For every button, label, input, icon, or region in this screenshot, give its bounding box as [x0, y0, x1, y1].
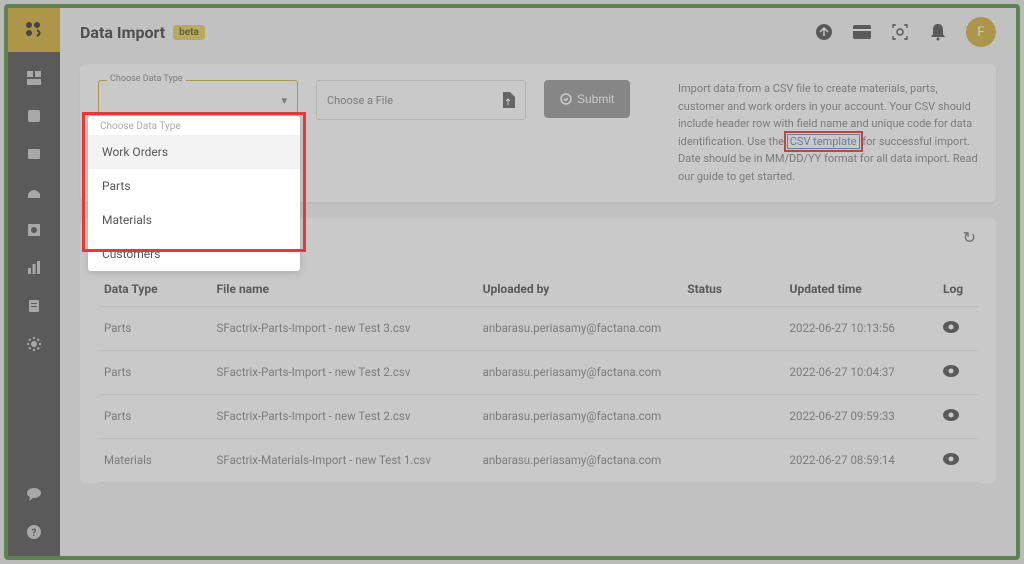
cell-updated: 2022-06-27 10:13:56	[784, 306, 937, 350]
dropdown-option[interactable]: Customers	[88, 237, 300, 271]
refresh-icon[interactable]: ↻	[963, 228, 976, 247]
check-icon	[560, 93, 572, 105]
view-log-icon[interactable]	[937, 306, 978, 350]
nav-analytics-icon[interactable]	[22, 256, 46, 280]
nav-settings-icon[interactable]	[22, 332, 46, 356]
th-file: File name	[211, 272, 477, 307]
dropdown-option[interactable]: Materials	[88, 203, 300, 237]
cell-file: SFactrix-Materials-Import - new Test 1.c…	[211, 438, 477, 482]
dropdown-option[interactable]: Work Orders	[88, 135, 300, 169]
sidebar: ?	[8, 8, 60, 556]
th-type: Data Type	[98, 272, 211, 307]
th-uploaded: Uploaded by	[477, 272, 682, 307]
nav-dashboard-icon[interactable]	[22, 66, 46, 90]
cell-updated: 2022-06-27 08:59:14	[784, 438, 937, 482]
submit-label: Submit	[577, 92, 614, 106]
file-icon	[501, 92, 515, 108]
nav-module-icon[interactable]	[22, 142, 46, 166]
cell-file: SFactrix-Parts-Import - new Test 2.csv	[211, 350, 477, 394]
card-icon[interactable]	[852, 22, 872, 42]
nav-module-icon[interactable]	[22, 180, 46, 204]
csv-template-link[interactable]: CSV template	[787, 134, 860, 149]
upload-icon[interactable]	[814, 22, 834, 42]
data-type-dropdown: Choose Data Type Work OrdersPartsMateria…	[88, 116, 300, 271]
cell-status	[681, 306, 783, 350]
dropdown-header: Choose Data Type	[88, 116, 300, 135]
view-log-icon[interactable]	[937, 438, 978, 482]
table-row: PartsSFactrix-Parts-Import - new Test 3.…	[98, 306, 978, 350]
avatar[interactable]: F	[966, 17, 996, 47]
topbar: Data Import beta F	[60, 8, 1016, 56]
logo[interactable]	[8, 8, 60, 52]
cell-status	[681, 394, 783, 438]
file-placeholder: Choose a File	[327, 94, 393, 107]
cell-uploaded: anbarasu.periasamy@factana.com	[477, 306, 682, 350]
cell-type: Materials	[98, 438, 211, 482]
info-text: Import data from a CSV file to create ma…	[678, 80, 978, 186]
view-log-icon[interactable]	[937, 350, 978, 394]
nav-help-icon[interactable]: ?	[22, 520, 46, 544]
select-label: Choose Data Type	[107, 74, 186, 84]
file-input[interactable]: Choose a File	[316, 80, 526, 120]
cell-type: Parts	[98, 306, 211, 350]
table-row: PartsSFactrix-Parts-Import - new Test 2.…	[98, 394, 978, 438]
dropdown-option[interactable]: Parts	[88, 169, 300, 203]
cell-updated: 2022-06-27 09:59:33	[784, 394, 937, 438]
nav-module-icon[interactable]	[22, 218, 46, 242]
cell-type: Parts	[98, 394, 211, 438]
cell-type: Parts	[98, 350, 211, 394]
svg-text:?: ?	[32, 528, 37, 539]
nav-module-icon[interactable]	[22, 104, 46, 128]
cell-updated: 2022-06-27 10:04:37	[784, 350, 937, 394]
cell-status	[681, 350, 783, 394]
main-content: Data Import beta F Choose Data Type ▾ Ch…	[60, 8, 1016, 556]
cell-file: SFactrix-Parts-Import - new Test 3.csv	[211, 306, 477, 350]
cell-uploaded: anbarasu.periasamy@factana.com	[477, 350, 682, 394]
cell-uploaded: anbarasu.periasamy@factana.com	[477, 394, 682, 438]
cell-status	[681, 438, 783, 482]
bell-icon[interactable]	[928, 22, 948, 42]
view-log-icon[interactable]	[937, 394, 978, 438]
cell-file: SFactrix-Parts-Import - new Test 2.csv	[211, 394, 477, 438]
import-table: Data Type File name Uploaded by Status U…	[98, 272, 978, 483]
scan-icon[interactable]	[890, 22, 910, 42]
th-status: Status	[681, 272, 783, 307]
nav-report-icon[interactable]	[22, 294, 46, 318]
cell-uploaded: anbarasu.periasamy@factana.com	[477, 438, 682, 482]
table-row: PartsSFactrix-Parts-Import - new Test 2.…	[98, 350, 978, 394]
avatar-initial: F	[977, 25, 984, 40]
nav-chat-icon[interactable]	[22, 482, 46, 506]
submit-button[interactable]: Submit	[544, 80, 630, 118]
th-log: Log	[937, 272, 978, 307]
data-type-select[interactable]: Choose Data Type ▾	[98, 80, 298, 120]
beta-badge: beta	[173, 25, 205, 40]
table-row: MaterialsSFactrix-Materials-Import - new…	[98, 438, 978, 482]
page-title: Data Import	[80, 23, 165, 42]
th-updated: Updated time	[784, 272, 937, 307]
